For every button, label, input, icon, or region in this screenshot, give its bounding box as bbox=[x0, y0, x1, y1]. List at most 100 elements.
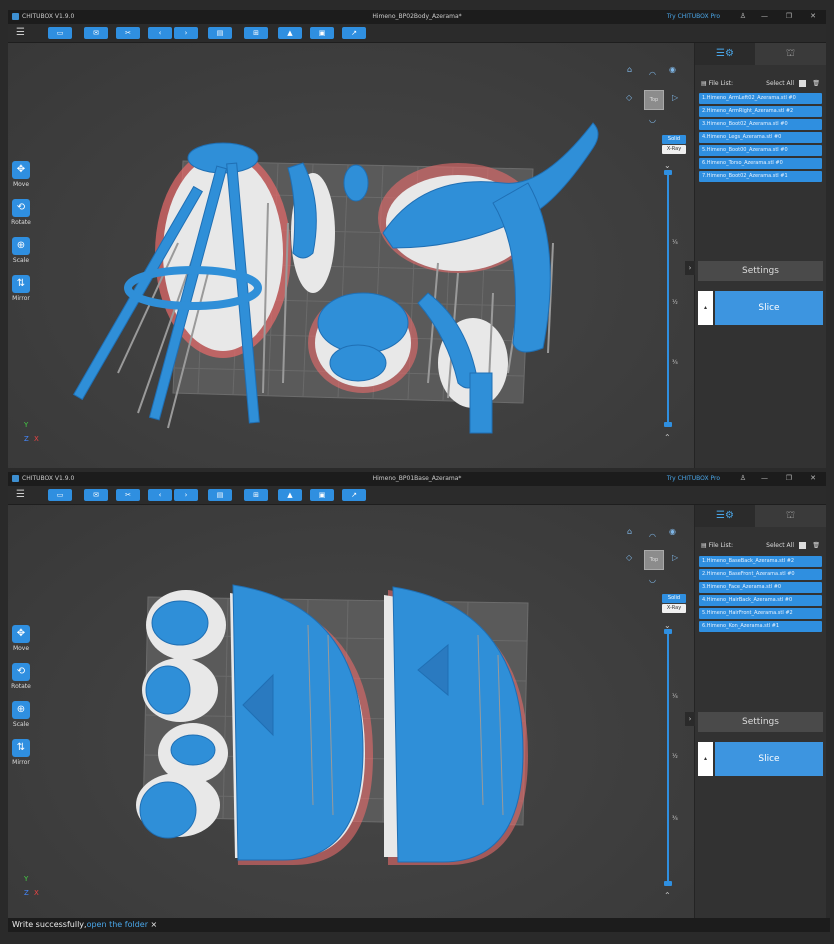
file-item[interactable]: 3.Himeno_Face_Azerama.stl #0 bbox=[699, 582, 822, 593]
rotate-view-icon[interactable]: ◠ bbox=[649, 70, 656, 79]
copy-button[interactable]: ▤ bbox=[208, 27, 232, 39]
slice-options-toggle[interactable]: ▴ bbox=[698, 291, 713, 325]
open-project-button[interactable]: ✉ bbox=[84, 489, 108, 501]
open-file-button[interactable]: ▭ bbox=[48, 489, 72, 501]
redo-button[interactable]: › bbox=[174, 489, 198, 501]
move-tool[interactable]: ✥ Move bbox=[10, 625, 32, 652]
user-icon[interactable]: ♙ bbox=[740, 474, 746, 482]
save-button[interactable]: ✂ bbox=[116, 489, 140, 501]
open-folder-link[interactable]: open the folder bbox=[87, 920, 148, 929]
open-file-button[interactable]: ▭ bbox=[48, 27, 72, 39]
support-button[interactable]: ▲ bbox=[278, 489, 302, 501]
view-right-icon[interactable]: ▷ bbox=[672, 93, 678, 102]
view-cube[interactable]: Top bbox=[644, 90, 664, 110]
hollow-button[interactable]: ▣ bbox=[310, 27, 334, 39]
file-item[interactable]: 5.Himeno_Boot00_Azerama.stl #0 bbox=[699, 145, 822, 156]
layout-button[interactable]: ⊞ bbox=[244, 27, 268, 39]
file-item[interactable]: 3.Himeno_Boot02_Azerama.stl #0 bbox=[699, 119, 822, 130]
open-project-button[interactable]: ✉ bbox=[84, 27, 108, 39]
settings-button[interactable]: Settings bbox=[698, 712, 823, 732]
try-pro-link[interactable]: Try CHITUBOX Pro bbox=[667, 475, 720, 482]
tab-printer[interactable]: ⛫ bbox=[755, 43, 826, 65]
3d-viewport[interactable]: ✥ Move ⟲ Rotate ⊕ Scale ⇅ Mirror ⌂ ◠ ◉ ◇ Top… bbox=[8, 43, 694, 468]
minimize-icon[interactable]: — bbox=[761, 474, 768, 482]
rotate-tool[interactable]: ⟲ Rotate bbox=[10, 199, 32, 226]
scale-tool[interactable]: ⊕ Scale bbox=[10, 701, 32, 728]
file-item[interactable]: 5.Himeno_HairFront_Azerama.stl #2 bbox=[699, 608, 822, 619]
view-left-icon[interactable]: ◇ bbox=[626, 93, 632, 102]
layer-slider-bottom-handle[interactable] bbox=[664, 422, 672, 427]
view-bottom-icon[interactable]: ◡ bbox=[649, 115, 656, 124]
undo-button[interactable]: ‹ bbox=[148, 489, 172, 501]
move-tool[interactable]: ✥ Move bbox=[10, 161, 32, 188]
try-pro-link[interactable]: Try CHITUBOX Pro bbox=[667, 13, 720, 20]
tab-files[interactable]: ☰⚙ bbox=[695, 505, 755, 527]
file-item[interactable]: 6.Himeno_Kon_Azerama.stl #1 bbox=[699, 621, 822, 632]
collapse-panel-icon[interactable]: › bbox=[685, 261, 695, 275]
slider-up-icon[interactable]: ⌄ bbox=[664, 161, 671, 170]
layer-slider-track[interactable] bbox=[667, 632, 669, 882]
export-button[interactable]: ↗ bbox=[342, 27, 366, 39]
menu-icon[interactable]: ☰ bbox=[16, 28, 25, 38]
view-left-icon[interactable]: ◇ bbox=[626, 553, 632, 562]
trash-icon[interactable]: 🗑 bbox=[812, 542, 820, 549]
select-all-checkbox[interactable] bbox=[799, 542, 806, 549]
solid-view-button[interactable]: Solid bbox=[662, 594, 686, 603]
view-right-icon[interactable]: ▷ bbox=[672, 553, 678, 562]
support-button[interactable]: ▲ bbox=[278, 27, 302, 39]
copy-button[interactable]: ▤ bbox=[208, 489, 232, 501]
xray-view-button[interactable]: X-Ray bbox=[662, 604, 686, 613]
select-all-label[interactable]: Select All bbox=[766, 542, 794, 549]
save-button[interactable]: ✂ bbox=[116, 27, 140, 39]
home-view-icon[interactable]: ⌂ bbox=[627, 65, 632, 74]
mirror-tool[interactable]: ⇅ Mirror bbox=[10, 739, 32, 766]
slider-down-icon[interactable]: ⌃ bbox=[664, 433, 671, 442]
maximize-icon[interactable]: ❐ bbox=[786, 12, 792, 20]
trash-icon[interactable]: 🗑 bbox=[812, 80, 820, 87]
close-icon[interactable]: ✕ bbox=[810, 474, 816, 482]
select-all-checkbox[interactable] bbox=[799, 80, 806, 87]
maximize-icon[interactable]: ❐ bbox=[786, 474, 792, 482]
scale-tool[interactable]: ⊕ Scale bbox=[10, 237, 32, 264]
file-item[interactable]: 4.Himeno_Legs_Azerama.stl #0 bbox=[699, 132, 822, 143]
user-icon[interactable]: ♙ bbox=[740, 12, 746, 20]
eye-icon[interactable]: ◉ bbox=[669, 527, 676, 536]
collapse-panel-icon[interactable]: › bbox=[685, 712, 695, 726]
xray-view-button[interactable]: X-Ray bbox=[662, 145, 686, 154]
eye-icon[interactable]: ◉ bbox=[669, 65, 676, 74]
file-item[interactable]: 2.Himeno_BaseFront_Azerama.stl #0 bbox=[699, 569, 822, 580]
file-item[interactable]: 6.Himeno_Torso_Azerama.stl #0 bbox=[699, 158, 822, 169]
file-item[interactable]: 7.Himeno_Boot02_Azerama.stl #1 bbox=[699, 171, 822, 182]
layout-button[interactable]: ⊞ bbox=[244, 489, 268, 501]
export-button[interactable]: ↗ bbox=[342, 489, 366, 501]
hollow-button[interactable]: ▣ bbox=[310, 489, 334, 501]
file-item[interactable]: 1.Himeno_ArmLeft02_Azerama.stl #0 bbox=[699, 93, 822, 104]
close-icon[interactable]: ✕ bbox=[810, 12, 816, 20]
file-item[interactable]: 2.Himeno_ArmRight_Azerama.stl #2 bbox=[699, 106, 822, 117]
view-cube[interactable]: Top bbox=[644, 550, 664, 570]
home-view-icon[interactable]: ⌂ bbox=[627, 527, 632, 536]
slice-options-toggle[interactable]: ▴ bbox=[698, 742, 713, 776]
solid-view-button[interactable]: Solid bbox=[662, 135, 686, 144]
rotate-view-icon[interactable]: ◠ bbox=[649, 532, 656, 541]
slice-button[interactable]: Slice bbox=[715, 742, 823, 776]
slice-button[interactable]: Slice bbox=[715, 291, 823, 325]
settings-button[interactable]: Settings bbox=[698, 261, 823, 281]
3d-viewport[interactable]: ✥ Move ⟲ Rotate ⊕ Scale ⇅ Mirror ⌂ ◠ ◉ ◇ Top… bbox=[8, 505, 694, 932]
slider-down-icon[interactable]: ⌃ bbox=[664, 891, 671, 900]
status-close-icon[interactable]: × bbox=[151, 920, 158, 929]
tab-files[interactable]: ☰⚙ bbox=[695, 43, 755, 65]
layer-slider-top-handle[interactable] bbox=[664, 629, 672, 634]
select-all-label[interactable]: Select All bbox=[766, 80, 794, 87]
file-item[interactable]: 4.Himeno_HairBack_Azerama.stl #0 bbox=[699, 595, 822, 606]
rotate-tool[interactable]: ⟲ Rotate bbox=[10, 663, 32, 690]
undo-button[interactable]: ‹ bbox=[148, 27, 172, 39]
minimize-icon[interactable]: — bbox=[761, 12, 768, 20]
redo-button[interactable]: › bbox=[174, 27, 198, 39]
layer-slider-bottom-handle[interactable] bbox=[664, 881, 672, 886]
view-bottom-icon[interactable]: ◡ bbox=[649, 575, 656, 584]
menu-icon[interactable]: ☰ bbox=[16, 490, 25, 500]
file-item[interactable]: 1.Himeno_BaseBack_Azerama.stl #2 bbox=[699, 556, 822, 567]
tab-printer[interactable]: ⛫ bbox=[755, 505, 826, 527]
layer-slider-track[interactable] bbox=[667, 173, 669, 423]
